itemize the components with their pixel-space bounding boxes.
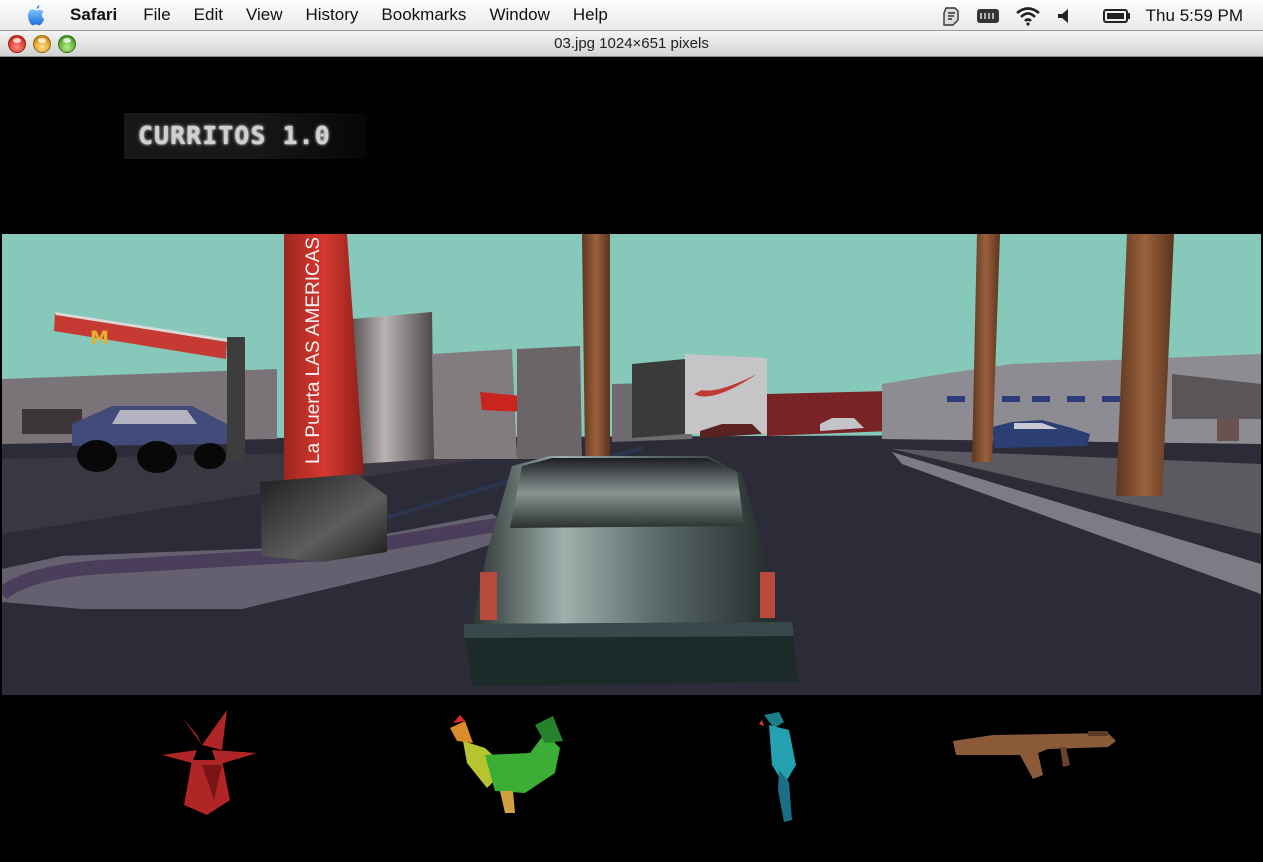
menu-bookmarks[interactable]: Bookmarks	[381, 5, 466, 25]
script-menu-icon[interactable]	[941, 6, 961, 26]
battery-icon[interactable]	[1102, 8, 1131, 24]
rifle-icon[interactable]	[948, 723, 1118, 783]
sign-post	[227, 337, 245, 462]
window-title-bar[interactable]: 03.jpg 1024×651 pixels	[0, 31, 1263, 57]
window-title: 03.jpg 1024×651 pixels	[554, 35, 709, 52]
menu-safari[interactable]: Safari	[70, 5, 117, 25]
tail-light-left	[480, 572, 497, 620]
game-scene-render: M La Puerta LAS AMERICAS	[2, 234, 1261, 695]
wifi-icon[interactable]	[1015, 6, 1041, 26]
game-scene: M La Puerta LAS AMERICAS	[2, 234, 1261, 695]
inventory-bar	[2, 695, 1261, 862]
menu-bar: Safari File Edit View History Bookmarks …	[0, 0, 1263, 31]
keyboard-icon[interactable]	[976, 7, 1000, 25]
parrot-icon[interactable]	[754, 710, 804, 825]
game-title: CURRITOS 1.0	[124, 113, 367, 159]
nike-building-side	[632, 359, 685, 438]
status-menus: Thu 5:59 PM	[941, 0, 1263, 31]
pillar-sign-text: La Puerta LAS AMERICAS	[303, 237, 324, 464]
menu-help[interactable]: Help	[573, 5, 608, 25]
menu-file[interactable]: File	[143, 5, 170, 25]
building-mid-3	[517, 346, 582, 459]
player-car-rear-window	[510, 458, 744, 528]
menu-window[interactable]: Window	[489, 5, 549, 25]
tail-light-right	[760, 572, 775, 618]
menu-view[interactable]: View	[246, 5, 283, 25]
pillar-base	[260, 474, 387, 562]
volume-icon[interactable]	[1056, 7, 1070, 25]
building-mid	[352, 312, 434, 464]
pole-1	[582, 234, 610, 456]
apple-menu-icon[interactable]	[24, 4, 48, 26]
image-viewport: CURRITOS 1.0 M La Puerta LAS AMERICAS	[2, 57, 1261, 862]
menu-history[interactable]: History	[306, 5, 359, 25]
devil-icon[interactable]	[152, 705, 262, 820]
menu-clock[interactable]: Thu 5:59 PM	[1146, 6, 1243, 26]
mcdonalds-logo: M	[90, 327, 109, 349]
menu-edit[interactable]: Edit	[194, 5, 223, 25]
rooster-icon[interactable]	[445, 713, 565, 818]
